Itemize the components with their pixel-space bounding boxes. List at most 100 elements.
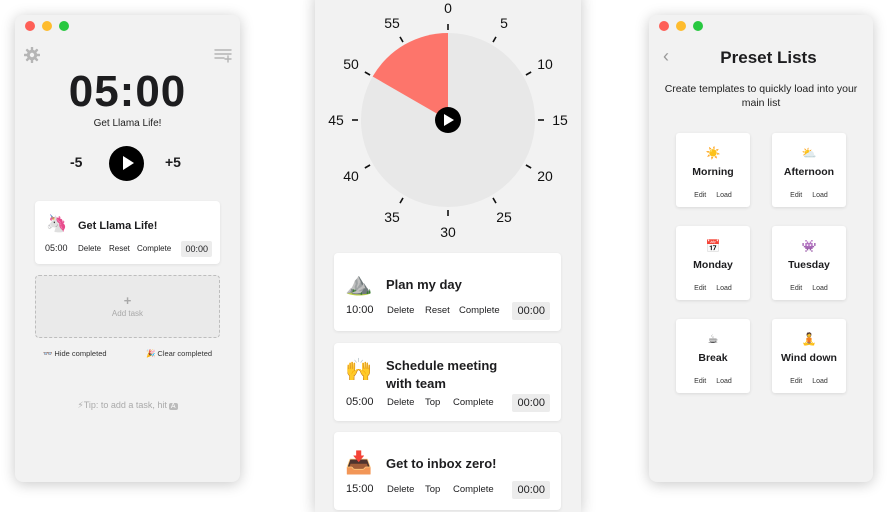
dial-tick: [399, 36, 404, 43]
plus-five-button[interactable]: +5: [165, 154, 181, 170]
title-bar: [15, 15, 240, 37]
add-task-area[interactable]: + Add task: [35, 275, 220, 338]
elapsed-time: 00:00: [512, 481, 550, 499]
load-button[interactable]: Load: [716, 285, 732, 292]
zoom-window-button[interactable]: [693, 21, 703, 31]
dial-label: 50: [343, 56, 359, 72]
preset-emoji-icon: ⛅: [801, 146, 817, 160]
load-button[interactable]: Load: [812, 192, 828, 199]
top-button[interactable]: Top: [425, 397, 440, 408]
unicorn-icon: 🦄: [46, 214, 68, 233]
task-name-line: Plan my day: [386, 277, 462, 292]
dial-label: 55: [384, 15, 400, 31]
hide-completed-button[interactable]: 👓 Hide completed: [43, 349, 107, 358]
task-duration[interactable]: 10:00: [346, 304, 374, 316]
preset-card-wind-down[interactable]: 🧘 Wind down Edit Load: [772, 319, 846, 393]
reset-button[interactable]: Reset: [109, 244, 130, 253]
preset-card-monday[interactable]: 📅 Monday Edit Load: [676, 226, 750, 300]
dial-tick: [492, 36, 497, 43]
task-actions-row: 15:00 Delete Top Complete 00:00: [346, 481, 550, 499]
preset-name: Morning: [692, 166, 734, 178]
preset-card-morning[interactable]: ☀️ Morning Edit Load: [676, 133, 750, 207]
task-card[interactable]: 📥 Get to inbox zero! 15:00 Delete Top Complet…: [334, 432, 561, 510]
timer-dial[interactable]: 0 5 10 15 20 25 30 35 40 45 50 55: [315, 0, 581, 242]
top-button[interactable]: Top: [425, 484, 440, 495]
complete-button[interactable]: Complete: [459, 305, 500, 316]
complete-button[interactable]: Complete: [137, 244, 171, 253]
preset-emoji-icon: ☕: [707, 332, 719, 346]
dial-tick: [364, 71, 371, 76]
dial-label: 35: [384, 209, 400, 225]
edit-button[interactable]: Edit: [790, 192, 802, 199]
dial-label: 10: [537, 56, 553, 72]
preset-card-afternoon[interactable]: ⛅ Afternoon Edit Load: [772, 133, 846, 207]
dial-tick: [364, 164, 371, 169]
timer-controls: -5 +5: [15, 145, 240, 181]
preset-actions: Edit Load: [772, 192, 846, 199]
minimize-window-button[interactable]: [676, 21, 686, 31]
task-name-line: Schedule meeting: [386, 358, 498, 373]
preset-name: Tuesday: [788, 259, 830, 271]
dial-timer-window: 0 5 10 15 20 25 30 35 40 45 50 55 ⛰️ Plan my day 10:0…: [315, 0, 581, 512]
gear-icon[interactable]: [24, 47, 40, 63]
elapsed-time: 00:00: [512, 394, 550, 412]
dial-label: 30: [440, 224, 456, 240]
edit-button[interactable]: Edit: [694, 192, 706, 199]
load-button[interactable]: Load: [716, 378, 732, 385]
preset-actions: Edit Load: [676, 285, 750, 292]
task-emoji-icon: 🙌: [345, 357, 373, 382]
preset-actions: Edit Load: [676, 378, 750, 385]
preset-name: Afternoon: [783, 166, 835, 178]
close-window-button[interactable]: [659, 21, 669, 31]
edit-button[interactable]: Edit: [694, 285, 706, 292]
close-window-button[interactable]: [25, 21, 35, 31]
preset-card-tuesday[interactable]: 👾 Tuesday Edit Load: [772, 226, 846, 300]
task-duration[interactable]: 05:00: [346, 396, 374, 408]
task-duration[interactable]: 05:00: [45, 243, 68, 253]
task-card[interactable]: 🦄 Get Llama Life! 05:00 Delete Reset Com…: [35, 201, 220, 264]
preset-name: Monday: [693, 259, 733, 271]
add-list-icon[interactable]: [214, 48, 232, 63]
dial-label: 20: [537, 168, 553, 184]
preset-actions: Edit Load: [676, 192, 750, 199]
edit-button[interactable]: Edit: [790, 378, 802, 385]
minimize-window-button[interactable]: [42, 21, 52, 31]
preset-actions: Edit Load: [772, 378, 846, 385]
play-button[interactable]: [109, 146, 144, 181]
zoom-window-button[interactable]: [59, 21, 69, 31]
delete-button[interactable]: Delete: [78, 244, 101, 253]
complete-button[interactable]: Complete: [453, 397, 494, 408]
tip-text: ⚡Tip: to add a task, hit A: [15, 400, 240, 411]
elapsed-time: 00:00: [512, 302, 550, 320]
reset-button[interactable]: Reset: [425, 305, 450, 316]
clear-completed-button[interactable]: 🎉 Clear completed: [146, 349, 212, 358]
delete-button[interactable]: Delete: [387, 397, 414, 408]
complete-button[interactable]: Complete: [453, 484, 494, 495]
minus-five-button[interactable]: -5: [70, 154, 82, 170]
dial-tick: [525, 164, 532, 169]
preset-card-break[interactable]: ☕ Break Edit Load: [676, 319, 750, 393]
edit-button[interactable]: Edit: [694, 378, 706, 385]
preset-name: Break: [698, 352, 728, 364]
delete-button[interactable]: Delete: [387, 305, 414, 316]
task-emoji-icon: ⛰️: [345, 271, 373, 296]
load-button[interactable]: Load: [716, 192, 732, 199]
dial-tick: [525, 71, 532, 76]
preset-emoji-icon: 📅: [705, 239, 721, 253]
task-card[interactable]: ⛰️ Plan my day 10:00 Delete Reset Complete 00:…: [334, 253, 561, 331]
delete-button[interactable]: Delete: [387, 484, 414, 495]
dial-label: 45: [328, 112, 344, 128]
task-card[interactable]: 🙌 Schedule meeting with team 05:00 Delete Top…: [334, 343, 561, 421]
dial-label: 40: [343, 168, 359, 184]
dial-label: 15: [552, 112, 568, 128]
dial-tick: [399, 197, 404, 204]
dial-tick: [492, 197, 497, 204]
task-name: Get to inbox zero!: [386, 455, 497, 473]
load-button[interactable]: Load: [812, 378, 828, 385]
task-duration[interactable]: 15:00: [346, 483, 374, 495]
load-button[interactable]: Load: [812, 285, 828, 292]
edit-button[interactable]: Edit: [790, 285, 802, 292]
page-description: Create templates to quickly load into yo…: [664, 83, 858, 109]
task-actions-row: 05:00 Delete Top Complete 00:00: [346, 394, 550, 412]
dial-label: 5: [500, 15, 508, 31]
